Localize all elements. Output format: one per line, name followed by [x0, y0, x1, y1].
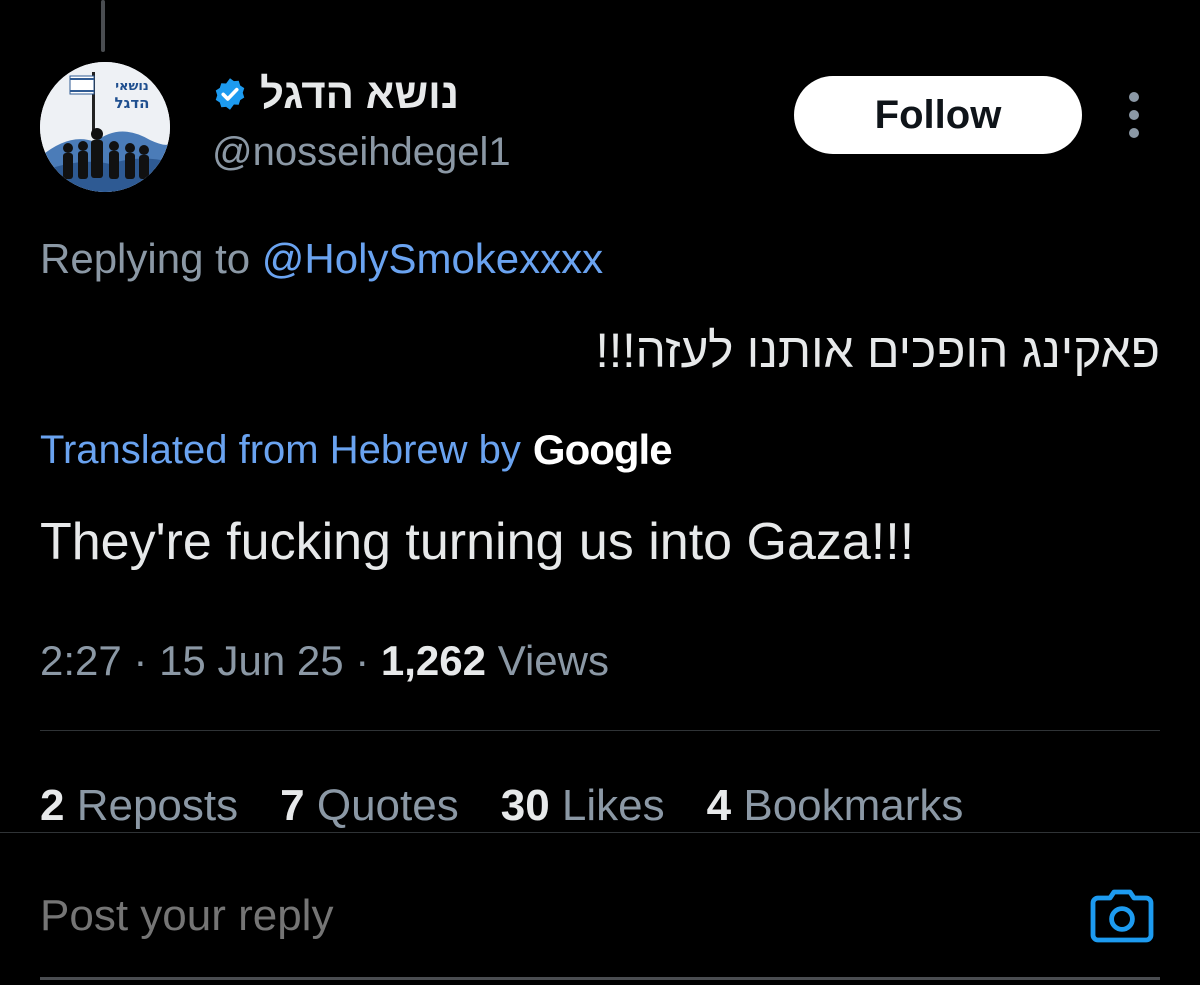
- avatar[interactable]: נושאי הדגל: [40, 62, 170, 192]
- likes-label: Likes: [561, 781, 665, 830]
- author-handle[interactable]: @nosseihdegel1: [212, 132, 511, 172]
- tweet-original-text: פאקינג הופכים אותנו לעזה!!!: [595, 325, 1160, 378]
- replying-to-line: Replying to @HolySmokexxxx: [40, 235, 603, 282]
- reply-input[interactable]: [40, 891, 940, 941]
- tweet-meta: 2:27 · 15 Jun 25 · 1,262 Views: [40, 637, 609, 684]
- reposts-stat[interactable]: 2 Reposts: [40, 781, 239, 830]
- likes-stat[interactable]: 30 Likes: [500, 781, 665, 830]
- tweet-time[interactable]: 2:27: [40, 637, 122, 684]
- reposts-count: 2: [40, 781, 65, 830]
- divider: [40, 730, 1160, 731]
- follow-button[interactable]: Follow: [794, 76, 1082, 154]
- avatar-logo-text: נושאי: [115, 79, 149, 94]
- translated-from-link[interactable]: Translated from Hebrew by: [40, 428, 521, 473]
- camera-icon[interactable]: [1090, 887, 1154, 945]
- replying-to-prefix: Replying to: [40, 235, 251, 282]
- bookmarks-label: Bookmarks: [743, 781, 964, 830]
- likes-count: 30: [500, 781, 550, 830]
- engagement-stats: 2 Reposts 7 Quotes 30 Likes 4 Bookmarks: [40, 781, 1005, 830]
- views-label: Views: [497, 637, 609, 684]
- tweet-date[interactable]: 15 Jun 25: [159, 637, 344, 684]
- quotes-stat[interactable]: 7 Quotes: [280, 781, 459, 830]
- author-name-row: נושא הדגל: [212, 64, 459, 124]
- views-count: 1,262: [380, 637, 487, 684]
- bookmarks-count: 4: [706, 781, 732, 830]
- verified-badge-icon: [215, 78, 245, 110]
- bookmarks-stat[interactable]: 4 Bookmarks: [706, 781, 964, 830]
- reply-underline: [40, 977, 1160, 980]
- svg-text:הדגל: הדגל: [115, 94, 150, 112]
- replying-to-mention[interactable]: @HolySmokexxxx: [262, 235, 603, 282]
- tweet-translated-text: They're fucking turning us into Gaza!!!: [40, 513, 915, 571]
- author-display-name[interactable]: נושא הדגל: [260, 73, 459, 115]
- quotes-count: 7: [280, 781, 305, 830]
- google-logo: Google: [532, 426, 673, 473]
- thread-connector-line: [101, 0, 105, 52]
- meta-separator: ·: [355, 637, 381, 684]
- more-vertical-icon[interactable]: [1118, 92, 1150, 138]
- meta-separator: ·: [133, 637, 160, 684]
- avatar-image: נושאי הדגל: [40, 62, 170, 192]
- quotes-label: Quotes: [316, 781, 459, 830]
- translation-attribution: Translated from Hebrew by Google: [40, 422, 673, 478]
- reply-composer: [0, 832, 1200, 985]
- reposts-label: Reposts: [76, 781, 239, 830]
